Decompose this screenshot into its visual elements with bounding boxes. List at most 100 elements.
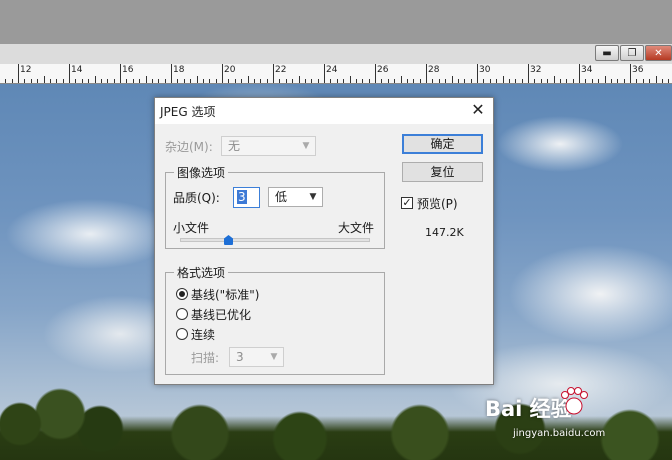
- radio-baseline-standard[interactable]: [176, 288, 188, 300]
- ruler-tick: [388, 79, 389, 83]
- ruler-tick: [471, 79, 472, 83]
- ruler-tick: [152, 79, 153, 83]
- ruler-tick: [496, 79, 497, 83]
- ruler-tick: [101, 79, 102, 83]
- ruler-tick: [605, 76, 606, 83]
- reset-button[interactable]: 复位: [402, 162, 483, 182]
- ruler-tick: [24, 79, 25, 83]
- ruler-tick: [503, 76, 504, 83]
- ruler-label: 16: [122, 65, 134, 75]
- ruler-tick: [483, 79, 484, 83]
- ruler-tick: [528, 64, 529, 83]
- ruler-tick: [88, 79, 89, 83]
- ruler-tick: [165, 79, 166, 83]
- ruler-tick: [439, 79, 440, 83]
- ruler-tick: [350, 76, 351, 83]
- ruler-tick: [209, 79, 210, 83]
- ruler-tick: [515, 79, 516, 83]
- ruler-tick: [120, 64, 121, 83]
- ruler-tick: [311, 79, 312, 83]
- ruler-label: 26: [377, 65, 389, 75]
- dialog-title: JPEG 选项: [160, 105, 216, 119]
- ruler-tick: [44, 76, 45, 83]
- ruler-tick: [490, 79, 491, 83]
- ruler-tick: [330, 79, 331, 83]
- quality-input[interactable]: 3: [233, 187, 260, 208]
- ruler-tick: [241, 79, 242, 83]
- ruler-tick: [413, 79, 414, 83]
- ruler-tick: [554, 76, 555, 83]
- ruler-label: 20: [224, 65, 236, 75]
- checkmark-icon: ✓: [402, 196, 412, 209]
- ruler-tick: [37, 79, 38, 83]
- chevron-down-icon: ▼: [270, 352, 278, 362]
- ruler-tick: [69, 64, 70, 83]
- ruler-tick: [362, 79, 363, 83]
- ruler-tick: [369, 79, 370, 83]
- ruler-tick: [343, 79, 344, 83]
- matte-label: 杂边(M):: [165, 140, 213, 154]
- ruler-tick: [305, 79, 306, 83]
- progressive-label: 连续: [191, 328, 216, 342]
- quality-value: 3: [237, 190, 247, 204]
- quality-slider-track[interactable]: [180, 238, 370, 242]
- jpeg-options-dialog: JPEG 选项 ✕ 杂边(M): 无 ▼ 图像选项 品质(Q): 3 低 ▼ 小…: [154, 97, 494, 385]
- ruler-tick: [573, 79, 574, 83]
- dialog-titlebar[interactable]: JPEG 选项 ✕: [155, 98, 493, 124]
- chevron-down-icon: ▼: [302, 141, 310, 151]
- scans-label: 扫描:: [191, 351, 220, 365]
- close-icon[interactable]: ✕: [469, 101, 487, 119]
- ruler-tick: [107, 79, 108, 83]
- horizontal-ruler[interactable]: 12 14 16 18 20 22 24 26 28 30 32 34 36: [0, 64, 672, 84]
- quality-slider-thumb[interactable]: [224, 235, 233, 245]
- minimize-button[interactable]: ▬: [595, 45, 619, 61]
- file-size-text: 147.2K: [425, 226, 464, 239]
- radio-baseline-optimized[interactable]: [176, 308, 188, 320]
- ruler-tick: [407, 79, 408, 83]
- ruler-tick: [477, 64, 478, 83]
- ruler-tick: [426, 64, 427, 83]
- ruler-label: 18: [173, 65, 185, 75]
- ruler-tick: [509, 79, 510, 83]
- ruler-tick: [114, 79, 115, 83]
- ruler-tick: [279, 79, 280, 83]
- ruler-tick: [668, 79, 669, 83]
- ruler-tick: [139, 79, 140, 83]
- preview-label: 预览(P): [417, 197, 458, 211]
- ruler-tick: [592, 79, 593, 83]
- restore-button[interactable]: ❐: [620, 45, 644, 61]
- ruler-tick: [598, 79, 599, 83]
- ruler-tick: [126, 79, 127, 83]
- preview-checkbox[interactable]: ✓: [401, 197, 413, 209]
- ruler-tick: [228, 79, 229, 83]
- quality-label: 品质(Q):: [173, 191, 220, 205]
- ruler-tick: [656, 76, 657, 83]
- ruler-tick: [662, 79, 663, 83]
- ruler-tick: [216, 79, 217, 83]
- ruler-tick: [643, 79, 644, 83]
- ruler-tick: [254, 79, 255, 83]
- ruler-tick: [63, 79, 64, 83]
- ok-button[interactable]: 确定: [402, 134, 483, 154]
- ruler-tick: [547, 79, 548, 83]
- ruler-tick: [394, 79, 395, 83]
- ruler-tick: [617, 79, 618, 83]
- image-options-title: 图像选项: [174, 164, 229, 181]
- ruler-tick: [95, 76, 96, 83]
- ruler-tick: [292, 79, 293, 83]
- close-window-button[interactable]: ✕: [645, 45, 672, 61]
- ruler-tick: [464, 79, 465, 83]
- radio-progressive[interactable]: [176, 328, 188, 340]
- ruler-tick: [50, 79, 51, 83]
- quality-preset-select[interactable]: 低 ▼: [268, 187, 323, 207]
- ruler-tick: [56, 79, 57, 83]
- scans-select[interactable]: 3 ▼: [229, 347, 284, 367]
- ruler-tick: [235, 79, 236, 83]
- ruler-tick: [649, 79, 650, 83]
- matte-select[interactable]: 无 ▼: [221, 136, 316, 156]
- ruler-tick: [458, 79, 459, 83]
- ruler-label: 24: [326, 65, 338, 75]
- document-bar: [0, 44, 672, 65]
- ruler-tick: [146, 76, 147, 83]
- ruler-tick: [560, 79, 561, 83]
